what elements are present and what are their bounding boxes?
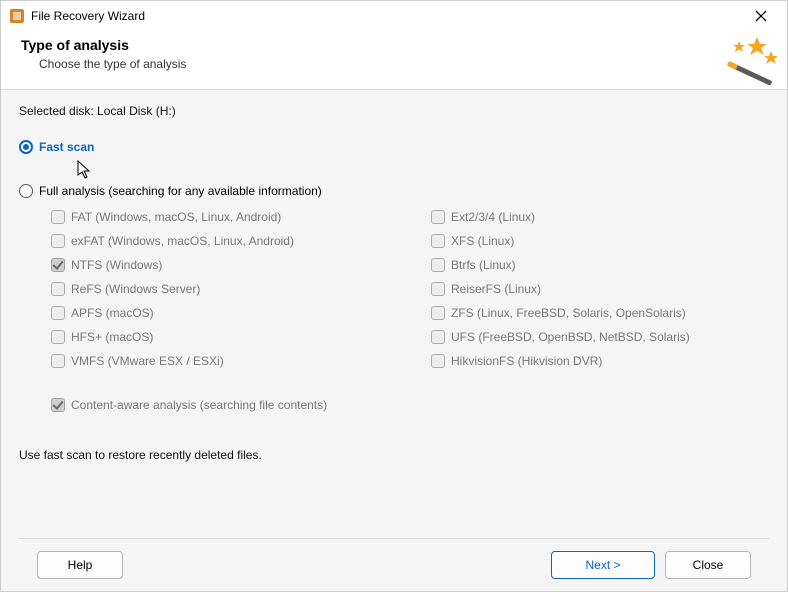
next-button[interactable]: Next > bbox=[551, 551, 655, 579]
checkbox-xfs[interactable]: XFS (Linux) bbox=[431, 234, 761, 248]
checkbox-icon bbox=[51, 330, 65, 344]
radio-full-analysis[interactable]: Full analysis (searching for any availab… bbox=[19, 184, 769, 198]
checkbox-icon bbox=[51, 354, 65, 368]
checkbox-vmfs[interactable]: VMFS (VMware ESX / ESXi) bbox=[51, 354, 421, 368]
checkbox-label: exFAT (Windows, macOS, Linux, Android) bbox=[71, 234, 294, 248]
titlebar: File Recovery Wizard bbox=[1, 1, 787, 31]
checkbox-label: VMFS (VMware ESX / ESXi) bbox=[71, 354, 224, 368]
checkbox-label: ZFS (Linux, FreeBSD, Solaris, OpenSolari… bbox=[451, 306, 686, 320]
wizard-wand-icon bbox=[717, 33, 777, 87]
checkbox-icon bbox=[51, 234, 65, 248]
checkbox-hfs[interactable]: HFS+ (macOS) bbox=[51, 330, 421, 344]
checkbox-label: Ext2/3/4 (Linux) bbox=[451, 210, 535, 224]
radio-icon bbox=[19, 140, 33, 154]
checkbox-icon bbox=[431, 234, 445, 248]
checkbox-icon bbox=[431, 330, 445, 344]
checkbox-btrfs[interactable]: Btrfs (Linux) bbox=[431, 258, 761, 272]
checkbox-icon bbox=[51, 210, 65, 224]
checkbox-icon bbox=[431, 306, 445, 320]
window-title: File Recovery Wizard bbox=[31, 9, 741, 23]
radio-label: Fast scan bbox=[39, 140, 94, 154]
checkbox-hikvisionfs[interactable]: HikvisionFS (Hikvision DVR) bbox=[431, 354, 761, 368]
checkbox-label: Content-aware analysis (searching file c… bbox=[71, 398, 327, 412]
checkbox-label: UFS (FreeBSD, OpenBSD, NetBSD, Solaris) bbox=[451, 330, 690, 344]
checkbox-label: ReFS (Windows Server) bbox=[71, 282, 200, 296]
checkbox-label: Btrfs (Linux) bbox=[451, 258, 516, 272]
checkbox-ntfs[interactable]: NTFS (Windows) bbox=[51, 258, 421, 272]
checkbox-zfs[interactable]: ZFS (Linux, FreeBSD, Solaris, OpenSolari… bbox=[431, 306, 761, 320]
filesystem-grid: FAT (Windows, macOS, Linux, Android) Ext… bbox=[51, 210, 769, 368]
checkbox-icon bbox=[51, 258, 65, 272]
cursor-icon bbox=[77, 160, 93, 183]
app-icon bbox=[9, 8, 25, 24]
checkbox-icon bbox=[431, 282, 445, 296]
checkbox-label: FAT (Windows, macOS, Linux, Android) bbox=[71, 210, 281, 224]
close-button[interactable] bbox=[741, 2, 781, 30]
wizard-footer: Help Next > Close bbox=[19, 539, 769, 591]
checkbox-refs[interactable]: ReFS (Windows Server) bbox=[51, 282, 421, 296]
radio-fast-scan[interactable]: Fast scan bbox=[19, 140, 769, 154]
checkbox-ext[interactable]: Ext2/3/4 (Linux) bbox=[431, 210, 761, 224]
help-button[interactable]: Help bbox=[37, 551, 123, 579]
checkbox-fat[interactable]: FAT (Windows, macOS, Linux, Android) bbox=[51, 210, 421, 224]
checkbox-reiserfs[interactable]: ReiserFS (Linux) bbox=[431, 282, 761, 296]
checkbox-label: ReiserFS (Linux) bbox=[451, 282, 541, 296]
wizard-window: File Recovery Wizard Type of analysis Ch… bbox=[0, 0, 788, 592]
page-title: Type of analysis bbox=[21, 37, 767, 53]
wizard-content: Selected disk: Local Disk (H:) Fast scan… bbox=[1, 90, 787, 591]
checkbox-icon bbox=[431, 210, 445, 224]
wizard-header: Type of analysis Choose the type of anal… bbox=[1, 31, 787, 90]
radio-icon bbox=[19, 184, 33, 198]
checkbox-icon bbox=[51, 306, 65, 320]
checkbox-label: HikvisionFS (Hikvision DVR) bbox=[451, 354, 602, 368]
checkbox-label: XFS (Linux) bbox=[451, 234, 514, 248]
checkbox-icon bbox=[51, 398, 65, 412]
checkbox-icon bbox=[431, 354, 445, 368]
selected-disk-label: Selected disk: Local Disk (H:) bbox=[19, 104, 769, 118]
radio-label: Full analysis (searching for any availab… bbox=[39, 184, 322, 198]
checkbox-label: NTFS (Windows) bbox=[71, 258, 162, 272]
checkbox-icon bbox=[51, 282, 65, 296]
checkbox-label: HFS+ (macOS) bbox=[71, 330, 153, 344]
checkbox-ufs[interactable]: UFS (FreeBSD, OpenBSD, NetBSD, Solaris) bbox=[431, 330, 761, 344]
checkbox-content-aware[interactable]: Content-aware analysis (searching file c… bbox=[51, 398, 769, 412]
page-subtitle: Choose the type of analysis bbox=[39, 57, 767, 71]
checkbox-icon bbox=[431, 258, 445, 272]
checkbox-apfs[interactable]: APFS (macOS) bbox=[51, 306, 421, 320]
checkbox-exfat[interactable]: exFAT (Windows, macOS, Linux, Android) bbox=[51, 234, 421, 248]
checkbox-label: APFS (macOS) bbox=[71, 306, 154, 320]
close-footer-button[interactable]: Close bbox=[665, 551, 751, 579]
hint-text: Use fast scan to restore recently delete… bbox=[19, 448, 769, 462]
